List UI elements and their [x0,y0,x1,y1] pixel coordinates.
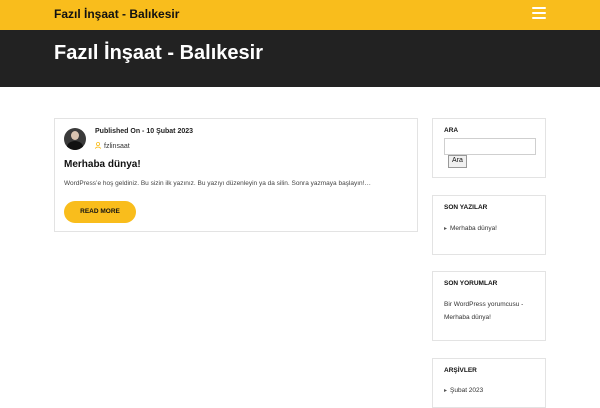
post-author[interactable]: fzlinsaat [104,143,130,150]
banner-title: Fazıl İnşaat - Balıkesir [54,42,263,64]
recent-comments-widget: SON YORUMLAR Bir WordPress yorumcusu - M… [432,271,546,341]
search-widget: ARA Ara [432,118,546,178]
post-excerpt: WordPress’e hoş geldiniz. Bu sizin ilk y… [64,180,371,187]
post-card: Published On - 10 Şubat 2023 fzlinsaat M… [54,118,418,232]
recent-post-label[interactable]: Merhaba dünya! [450,225,497,232]
top-header-bar: Fazıl İnşaat - Balıkesir [0,0,600,30]
archives-widget: ARŞİVLER ▸ Şubat 2023 [432,358,546,408]
comment-post-link[interactable]: Merhaba dünya! [444,314,491,321]
recent-posts-widget: SON YAZILAR ▸ Merhaba dünya! [432,195,546,255]
recent-posts-title: SON YAZILAR [444,204,488,211]
search-input[interactable] [444,138,536,155]
recent-comments-title: SON YORUMLAR [444,280,498,287]
site-title[interactable]: Fazıl İnşaat - Balıkesir [54,7,179,21]
archives-title: ARŞİVLER [444,367,477,374]
recent-post-link[interactable]: ▸ Merhaba dünya! [444,225,497,232]
post-title-link[interactable]: Merhaba dünya! [64,159,141,170]
bullet-icon: ▸ [444,226,448,232]
user-icon [95,142,101,149]
page-banner: Fazıl İnşaat - Balıkesir [0,30,600,87]
author-avatar [64,128,86,150]
comment-separator: - [519,301,524,308]
read-more-button[interactable]: READ MORE [64,201,136,223]
comment-author-link[interactable]: Bir WordPress yorumcusu [444,301,519,308]
search-button[interactable]: Ara [448,155,467,168]
archive-label[interactable]: Şubat 2023 [450,387,483,394]
archive-link[interactable]: ▸ Şubat 2023 [444,387,483,394]
post-published-date: Published On - 10 Şubat 2023 [95,128,194,135]
recent-comment-entry: Bir WordPress yorumcusu - Merhaba dünya! [444,298,523,324]
hamburger-menu-icon[interactable] [532,7,546,21]
bullet-icon: ▸ [444,388,448,394]
search-widget-title: ARA [444,127,459,134]
post-author-row: fzlinsaat [95,142,130,150]
